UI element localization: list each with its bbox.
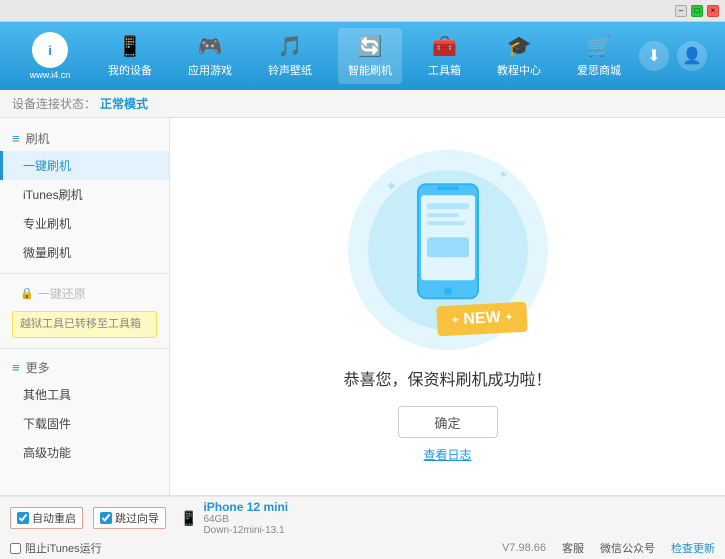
auto-restart-checkbox-label[interactable]: 自动重启: [10, 507, 83, 529]
download-firmware-label: 下载固件: [23, 417, 71, 431]
confirm-button[interactable]: 确定: [398, 406, 498, 438]
new-badge: NEW: [437, 302, 529, 337]
itunes-flash-label: iTunes刷机: [23, 188, 83, 202]
version-label: V7.98.66: [502, 542, 546, 554]
tutorials-icon: 🎓: [507, 34, 532, 59]
sidebar-divider-2: [0, 348, 169, 349]
status-row: 阻止iTunes运行 V7.98.66 客服 微信公众号 检查更新: [0, 537, 725, 559]
sparkle-tl-icon: ✦: [386, 178, 398, 195]
sidebar: ≡ 刷机 一键刷机 iTunes刷机 专业刷机 微量刷机 🔒 一键还原 越狱工具…: [0, 118, 170, 495]
logo-letter: i: [48, 43, 52, 58]
statusbar-label: 设备连接状态：: [12, 95, 96, 112]
nav-store[interactable]: 🛒 爱思商城: [567, 28, 631, 84]
device-storage: 64GB: [203, 514, 288, 525]
store-icon: 🛒: [587, 34, 612, 59]
more-label: 更多: [26, 359, 50, 376]
account-btn[interactable]: 👤: [677, 41, 707, 71]
nav-my-device-label: 我的设备: [108, 62, 152, 78]
apps-games-icon: 🎮: [198, 34, 223, 59]
nav-ringtones[interactable]: 🎵 铃声壁纸: [258, 28, 322, 84]
device-info: 📱 iPhone 12 mini 64GB Down-12mini-13.1: [180, 500, 288, 536]
one-click-restore-label: 一键还原: [38, 285, 86, 302]
sidebar-warning: 越狱工具已转移至工具箱: [12, 311, 157, 338]
sidebar-item-itunes-flash[interactable]: iTunes刷机: [0, 180, 169, 209]
nav-items: 📱 我的设备 🎮 应用游戏 🎵 铃声壁纸 🔄 智能刷机 🧰 工具箱 🎓 教程中心…: [90, 22, 639, 90]
logo-icon: i: [32, 32, 68, 68]
my-device-icon: 📱: [118, 34, 143, 59]
logo-url: www.i4.cn: [30, 70, 71, 80]
auto-restart-checkbox[interactable]: [17, 512, 29, 524]
wechat-link[interactable]: 微信公众号: [600, 540, 655, 556]
nav-store-label: 爱思商城: [577, 62, 621, 78]
pro-flash-label: 专业刷机: [23, 217, 71, 231]
titlebar: – □ ×: [0, 0, 725, 22]
update-link[interactable]: 检查更新: [671, 540, 715, 556]
stop-itunes-area: 阻止iTunes运行: [10, 540, 502, 556]
sidebar-item-advanced[interactable]: 高级功能: [0, 438, 169, 467]
sidebar-more-section: ≡ 更多: [0, 355, 169, 380]
nav-apps-games-label: 应用游戏: [188, 62, 232, 78]
advanced-label: 高级功能: [23, 446, 71, 460]
toolbox-icon: 🧰: [432, 34, 457, 59]
device-model: Down-12mini-13.1: [203, 525, 288, 536]
auto-restart-label: 自动重启: [32, 510, 76, 526]
warning-text: 越狱工具已转移至工具箱: [20, 318, 141, 330]
nav-my-device[interactable]: 📱 我的设备: [98, 28, 162, 84]
sidebar-item-micro-flash[interactable]: 微量刷机: [0, 238, 169, 267]
sidebar-one-click-restore-disabled: 🔒 一键还原: [0, 280, 169, 307]
device-phone-icon: 📱: [180, 510, 197, 527]
minimize-btn[interactable]: –: [675, 5, 687, 17]
sidebar-item-other-tools[interactable]: 其他工具: [0, 380, 169, 409]
nav-tutorials[interactable]: 🎓 教程中心: [487, 28, 551, 84]
support-link[interactable]: 客服: [562, 540, 584, 556]
stop-itunes-label: 阻止iTunes运行: [25, 540, 102, 556]
right-links: V7.98.66 客服 微信公众号 检查更新: [502, 540, 715, 556]
nav-toolbox[interactable]: 🧰 工具箱: [418, 28, 471, 84]
more-section-icon: ≡: [12, 360, 20, 375]
bottombar-wrapper: 自动重启 跳过向导 📱 iPhone 12 mini 64GB Down-12m…: [0, 495, 725, 559]
new-badge-text: NEW: [463, 309, 501, 329]
nav-tutorials-label: 教程中心: [497, 62, 541, 78]
one-click-flash-label: 一键刷机: [23, 159, 71, 173]
statusbar-value: 正常模式: [100, 95, 148, 112]
nav-toolbox-label: 工具箱: [428, 62, 461, 78]
sparkle-tr-icon: ✦: [499, 170, 507, 181]
other-tools-label: 其他工具: [23, 388, 71, 402]
download-btn[interactable]: ⬇: [639, 41, 669, 71]
sidebar-item-pro-flash[interactable]: 专业刷机: [0, 209, 169, 238]
device-details: iPhone 12 mini 64GB Down-12mini-13.1: [203, 500, 288, 536]
device-name: iPhone 12 mini: [203, 500, 288, 514]
sidebar-item-download-firmware[interactable]: 下载固件: [0, 409, 169, 438]
maximize-btn[interactable]: □: [691, 5, 703, 17]
content-area: ✦ ✦ NEW 恭喜您，保资料刷机: [170, 118, 725, 495]
statusbar: 设备连接状态： 正常模式: [0, 90, 725, 118]
header: i www.i4.cn 📱 我的设备 🎮 应用游戏 🎵 铃声壁纸 🔄 智能刷机 …: [0, 22, 725, 90]
flash-section-icon: ≡: [12, 131, 20, 146]
skip-wizard-checkbox-label[interactable]: 跳过向导: [93, 507, 166, 529]
close-btn[interactable]: ×: [707, 5, 719, 17]
success-message: 恭喜您，保资料刷机成功啦！: [343, 366, 551, 390]
everyday-link[interactable]: 查看日志: [423, 446, 471, 463]
sidebar-flash-section: ≡ 刷机: [0, 126, 169, 151]
skip-wizard-checkbox[interactable]: [100, 512, 112, 524]
sidebar-item-one-click-flash[interactable]: 一键刷机: [0, 151, 169, 180]
flash-section-label: 刷机: [26, 130, 50, 147]
device-row: 自动重启 跳过向导 📱 iPhone 12 mini 64GB Down-12m…: [0, 496, 725, 537]
nav-apps-games[interactable]: 🎮 应用游戏: [178, 28, 242, 84]
sidebar-divider-1: [0, 273, 169, 274]
phone-illustration: ✦ ✦ NEW: [358, 150, 538, 350]
skip-wizard-label: 跳过向导: [115, 510, 159, 526]
stop-itunes-checkbox[interactable]: [10, 543, 21, 554]
nav-ringtones-label: 铃声壁纸: [268, 62, 312, 78]
logo: i www.i4.cn: [10, 32, 90, 80]
lock-icon: 🔒: [20, 287, 34, 300]
micro-flash-label: 微量刷机: [23, 246, 71, 260]
nav-right: ⬇ 👤: [639, 41, 715, 71]
smart-flash-icon: 🔄: [358, 34, 383, 59]
phone-svg: [413, 181, 483, 306]
nav-smart-flash-label: 智能刷机: [348, 62, 392, 78]
main-area: ≡ 刷机 一键刷机 iTunes刷机 专业刷机 微量刷机 🔒 一键还原 越狱工具…: [0, 118, 725, 495]
ringtones-icon: 🎵: [278, 34, 303, 59]
nav-smart-flash[interactable]: 🔄 智能刷机: [338, 28, 402, 84]
